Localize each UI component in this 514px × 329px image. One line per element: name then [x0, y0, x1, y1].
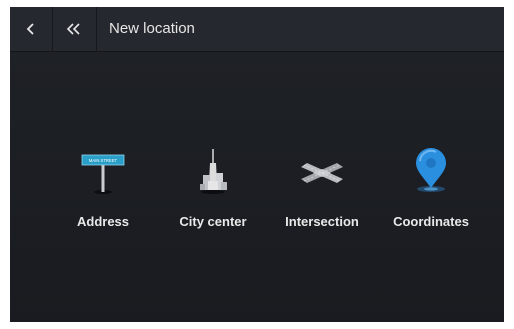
city-center-option[interactable]: City center — [163, 147, 263, 239]
chevron-left-icon — [26, 23, 34, 35]
location-options: MAIN STREET Address City center Intersec… — [10, 52, 504, 322]
street-sign-icon: MAIN STREET — [81, 154, 125, 194]
address-label: Address — [76, 214, 130, 229]
home-button[interactable] — [52, 7, 97, 51]
intersection-option[interactable]: Intersection — [272, 147, 372, 239]
address-option[interactable]: MAIN STREET Address — [53, 147, 153, 239]
city-center-label: City center — [179, 214, 247, 229]
city-tower-icon — [200, 149, 227, 194]
coordinates-option[interactable]: Coordinates — [381, 147, 481, 239]
app-window: New location MAIN STREET Address City ce… — [10, 7, 504, 322]
header-bar: New location — [10, 7, 504, 52]
page-title: New location — [109, 20, 195, 37]
coordinates-label: Coordinates — [393, 214, 469, 229]
sign-text: MAIN STREET — [89, 158, 118, 163]
double-chevron-left-icon — [66, 23, 80, 35]
back-button[interactable] — [10, 7, 53, 51]
intersection-label: Intersection — [285, 214, 359, 229]
crossroads-icon — [301, 163, 343, 183]
map-pin-icon — [416, 148, 446, 192]
